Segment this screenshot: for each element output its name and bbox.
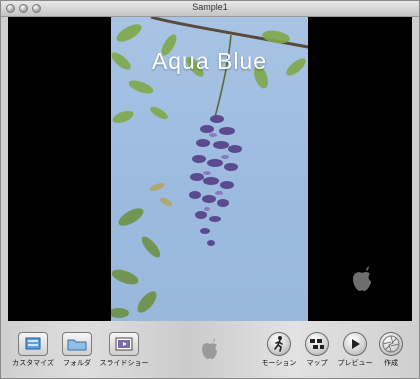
preview-stage[interactable]: Aqua Blue	[8, 17, 412, 321]
folder-icon	[62, 332, 92, 356]
folder-label: フォルダ	[63, 359, 91, 367]
slideshow-icon	[109, 332, 139, 356]
preview-label: プレビュー	[337, 359, 373, 367]
folder-button[interactable]: フォルダ	[59, 332, 95, 368]
map-button[interactable]: マップ	[301, 332, 333, 368]
slideshow-label: スライドショー	[99, 359, 149, 367]
apple-watermark-icon	[353, 266, 371, 291]
create-label: 作成	[384, 359, 398, 367]
create-button[interactable]: 作成	[377, 332, 405, 368]
slideshow-button[interactable]: スライドショー	[97, 332, 151, 368]
slide-title: Aqua Blue	[151, 48, 268, 74]
customize-label: カスタマイズ	[12, 359, 54, 367]
preview-button[interactable]: プレビュー	[335, 332, 375, 368]
motion-label: モーション	[261, 359, 297, 367]
aperture-icon	[379, 332, 403, 356]
play-icon	[343, 332, 367, 356]
window-title: Sample1	[192, 2, 228, 12]
motion-button[interactable]: モーション	[259, 332, 299, 368]
map-label: マップ	[306, 359, 328, 367]
app-window: Sample1 Aqua Blue カスタマイズ フォルダ スライドショー モー…	[0, 0, 420, 379]
customize-icon	[18, 332, 48, 356]
map-icon	[305, 332, 329, 356]
customize-button[interactable]: カスタマイズ	[11, 332, 55, 368]
title-bar[interactable]: Sample1	[1, 1, 419, 17]
slide-photo: Aqua Blue	[111, 17, 308, 321]
walking-person-icon	[267, 332, 291, 356]
bottom-toolbar: カスタマイズ フォルダ スライドショー モーション マップ プレビュー 作成	[1, 322, 419, 378]
apple-logo-icon	[202, 338, 217, 359]
